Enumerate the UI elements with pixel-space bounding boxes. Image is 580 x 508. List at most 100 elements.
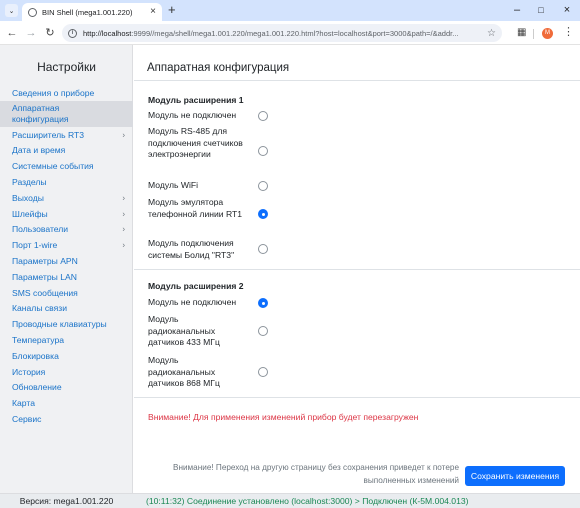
- sidebar-item[interactable]: Разделы: [0, 174, 133, 190]
- forward-arrow-icon[interactable]: →: [23, 25, 39, 41]
- module1-option-radio[interactable]: [258, 111, 268, 121]
- module1-option-label: Модуль подключения системы Болид "RT3": [148, 238, 235, 260]
- sidebar-item-label: Карта: [12, 398, 35, 409]
- module1-option-radio[interactable]: [258, 146, 268, 156]
- tab-close-icon[interactable]: ×: [150, 7, 156, 17]
- sidebar-item[interactable]: Проводные клавиатуры: [0, 316, 133, 332]
- module2-option-label: Модуль радиоканальных датчиков 868 МГц: [148, 355, 220, 388]
- sidebar-item[interactable]: Параметры APN: [0, 253, 133, 269]
- module1-option-radio[interactable]: [258, 244, 268, 254]
- sidebar-item[interactable]: Выходы ›: [0, 190, 133, 206]
- sidebar-item[interactable]: Системные события: [0, 158, 133, 174]
- sidebar-item-label: Порт 1-wire: [12, 240, 58, 251]
- profile-avatar[interactable]: M: [542, 28, 553, 39]
- sidebar-item[interactable]: История: [0, 364, 133, 380]
- sidebar-item[interactable]: Пользователи ›: [0, 222, 133, 238]
- module2-option-radio[interactable]: [258, 298, 268, 308]
- module1-option-label: Модуль WiFi: [148, 180, 199, 190]
- sidebar-item-label: Шлейфы: [12, 208, 48, 219]
- module1-option-label: Модуль эмулятора телефонной линии RT1: [148, 197, 243, 219]
- sidebar-item-label: Параметры APN: [12, 256, 78, 267]
- sidebar-item[interactable]: Шлейфы ›: [0, 206, 133, 222]
- sidebar-item[interactable]: Дата и время: [0, 143, 133, 159]
- unsaved-note-line2: выполненных изменений: [363, 476, 459, 485]
- sidebar-item[interactable]: Обновление: [0, 380, 133, 396]
- chevron-right-icon: ›: [122, 209, 125, 219]
- window-minimize-icon[interactable]: –: [509, 2, 525, 18]
- module2-option-radio[interactable]: [258, 326, 268, 336]
- sidebar-item[interactable]: Каналы связи: [0, 301, 133, 317]
- module2-title: Модуль расширения 2: [148, 281, 244, 291]
- sidebar-item[interactable]: Карта: [0, 395, 133, 411]
- reload-icon[interactable]: ↻: [42, 25, 58, 41]
- title-divider: [134, 80, 580, 81]
- extensions-puzzle-icon[interactable]: ▦: [517, 27, 526, 38]
- sidebar-item[interactable]: Блокировка: [0, 348, 133, 364]
- sidebar-item-label: Обновление: [12, 382, 62, 393]
- tab-search-chevron-icon[interactable]: ⌄: [5, 4, 18, 17]
- browser-tab-strip: ⌄ BIN Shell (mega1.001.220) × + – □ ×: [0, 0, 580, 21]
- module2-option-radio[interactable]: [258, 367, 268, 377]
- unsaved-note-line1: Внимание! Переход на другую страницу без…: [173, 463, 459, 472]
- sidebar-item-label: Блокировка: [12, 350, 59, 361]
- sidebar-item-label: Дата и время: [12, 145, 66, 156]
- sidebar-item[interactable]: Аппаратная конфигурация: [0, 100, 133, 127]
- chevron-right-icon: ›: [122, 193, 125, 203]
- module2-option-label: Модуль не подключен: [148, 297, 237, 307]
- version-label: Версия: mega1.001.220: [19, 496, 114, 506]
- module1-option-radio[interactable]: [258, 209, 268, 219]
- sidebar-title: Настройки: [37, 60, 96, 74]
- sidebar-nav: Сведения о приборе Аппаратная конфигураци…: [0, 85, 133, 427]
- chevron-right-icon: ›: [122, 224, 125, 234]
- sidebar-item-label: Аппаратная конфигурация: [12, 102, 69, 124]
- sidebar-item-label: Расширитель RT3: [12, 129, 85, 140]
- address-bar[interactable]: i http://localhost:9999//mega/shell/mega…: [62, 24, 502, 42]
- connection-status: (10:11:32) Соединение установлено (local…: [146, 496, 469, 506]
- section-divider: [134, 269, 580, 270]
- sidebar-item-label: Выходы: [12, 192, 44, 203]
- settings-sidebar: Настройки Сведения о приборе Аппаратная к…: [0, 45, 133, 493]
- sidebar-item[interactable]: Сервис: [0, 411, 133, 427]
- toolbar-divider: [533, 29, 534, 39]
- sidebar-item-label: История: [12, 366, 46, 377]
- sidebar-item[interactable]: Расширитель RT3 ›: [0, 127, 133, 143]
- sidebar-item[interactable]: Температура: [0, 332, 133, 348]
- sidebar-item[interactable]: Параметры LAN: [0, 269, 133, 285]
- reboot-warning: Внимание! Для применения изменений прибо…: [148, 412, 419, 422]
- sidebar-item-label: Температура: [12, 335, 65, 346]
- browser-toolbar: ← → ↻ i http://localhost:9999//mega/shel…: [0, 21, 580, 45]
- bookmark-star-icon[interactable]: ☆: [487, 28, 496, 39]
- url-text: http://localhost:9999//mega/shell/mega1.…: [83, 28, 459, 38]
- sidebar-item[interactable]: Порт 1-wire ›: [0, 237, 133, 253]
- sidebar-item-label: Проводные клавиатуры: [12, 319, 107, 330]
- page-title: Аппаратная конфигурация: [147, 62, 290, 74]
- window-maximize-icon[interactable]: □: [533, 2, 549, 18]
- tab-title: BIN Shell (mega1.001.220): [42, 7, 133, 17]
- new-tab-plus-icon[interactable]: +: [168, 3, 176, 17]
- unsaved-changes-note: Внимание! Переход на другую страницу без…: [134, 461, 459, 487]
- browser-menu-icon[interactable]: ⋮: [563, 26, 574, 38]
- back-arrow-icon[interactable]: ←: [4, 25, 20, 41]
- section-divider: [134, 397, 580, 398]
- sidebar-item[interactable]: SMS сообщения: [0, 285, 133, 301]
- chevron-right-icon: ›: [122, 130, 125, 140]
- browser-tab[interactable]: BIN Shell (mega1.001.220) ×: [22, 3, 162, 21]
- sidebar-item-label: SMS сообщения: [12, 287, 78, 298]
- window-close-icon[interactable]: ×: [559, 2, 575, 18]
- status-bar: Версия: mega1.001.220 (10:11:32) Соедине…: [0, 493, 580, 508]
- save-changes-button[interactable]: Сохранить изменения: [465, 466, 565, 486]
- globe-favicon-icon: [28, 7, 37, 17]
- sidebar-item-label: Системные события: [12, 161, 94, 172]
- module1-option-label: Модуль не подключен: [148, 110, 237, 120]
- module1-option-label: Модуль RS-485 для подключения счетчиков …: [148, 126, 243, 159]
- chevron-right-icon: ›: [122, 240, 125, 250]
- sidebar-item-label: Разделы: [12, 177, 47, 188]
- module1-option-radio[interactable]: [258, 181, 268, 191]
- sidebar-item[interactable]: Сведения о приборе: [0, 85, 133, 101]
- site-info-icon[interactable]: i: [68, 28, 77, 38]
- sidebar-item-label: Параметры LAN: [12, 271, 77, 282]
- main-content: Аппаратная конфигурация Модуль расширени…: [134, 45, 580, 493]
- app-root: Настройки Сведения о приборе Аппаратная к…: [0, 45, 580, 508]
- sidebar-item-label: Сервис: [12, 414, 42, 425]
- sidebar-item-label: Пользователи: [12, 224, 69, 235]
